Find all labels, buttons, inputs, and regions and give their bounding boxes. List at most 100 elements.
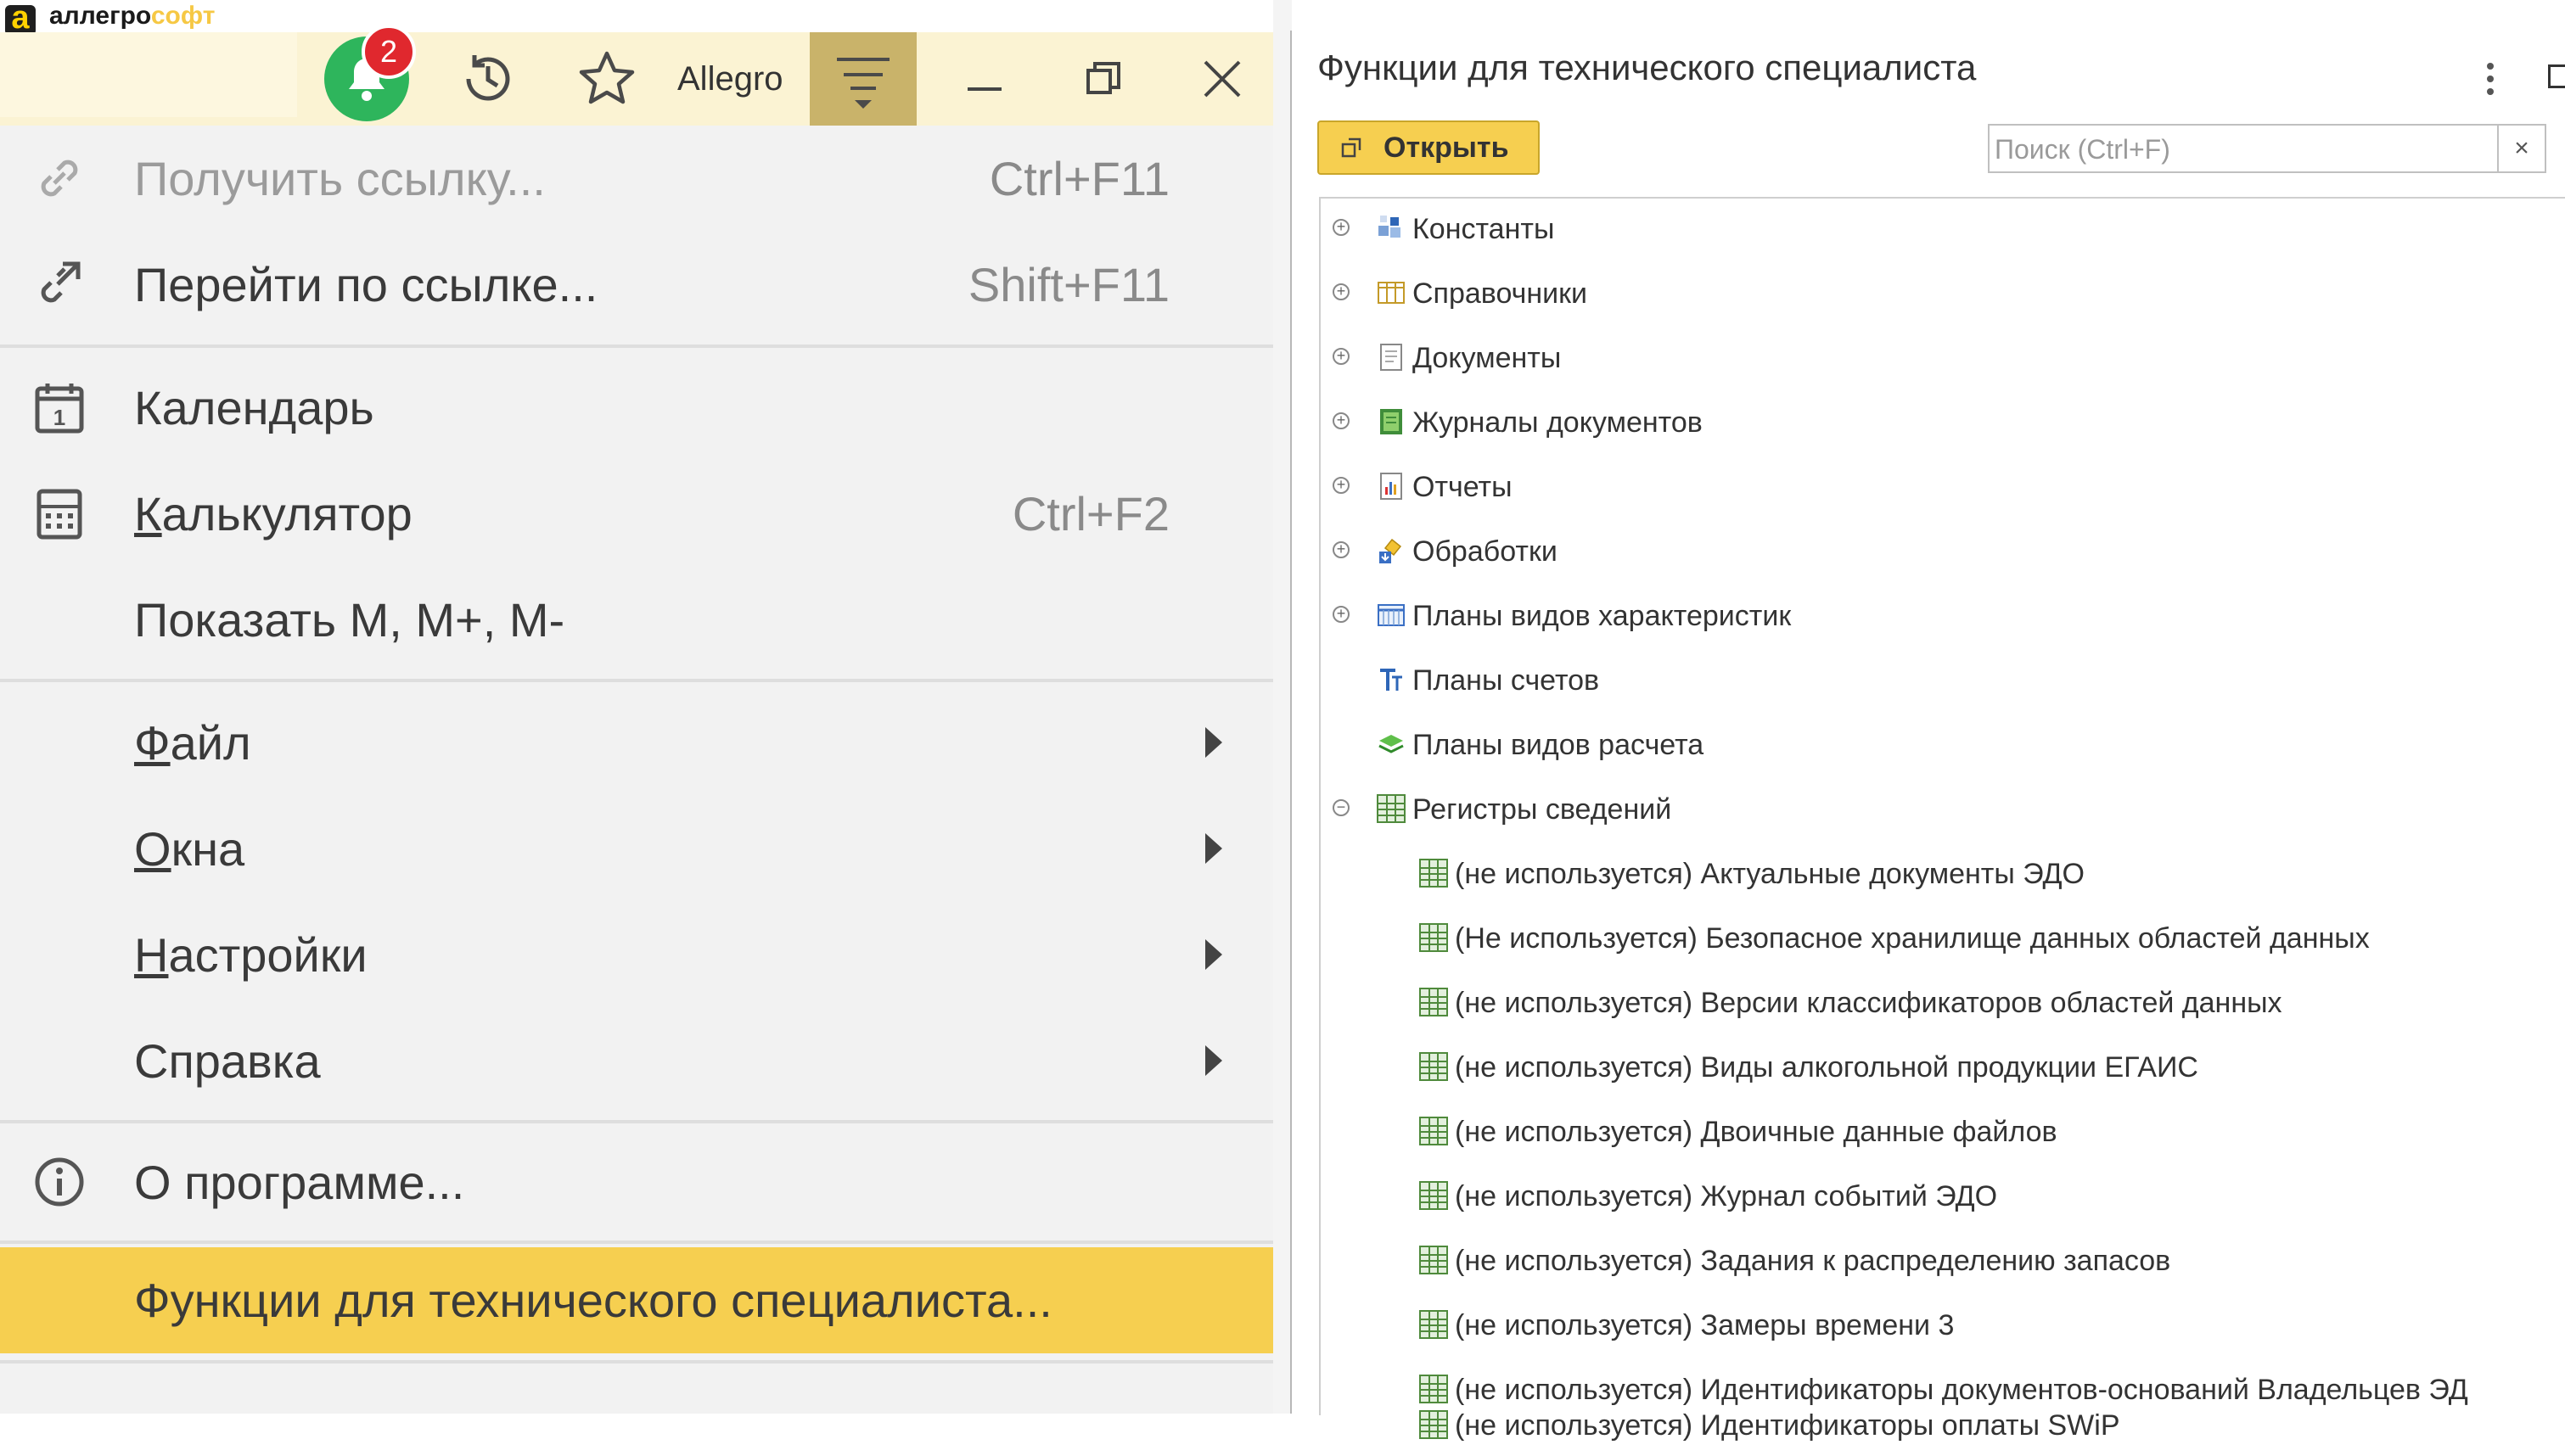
menu-line-2 bbox=[844, 73, 883, 76]
menu-item-label: Калькулятор bbox=[134, 487, 413, 540]
expand-toggle-icon[interactable]: + bbox=[1333, 348, 1350, 365]
tree-label: Журналы документов bbox=[1412, 406, 1703, 439]
search-input[interactable] bbox=[1993, 126, 2502, 173]
tree-row-reports[interactable]: + Отчеты bbox=[1321, 456, 2565, 518]
toolbar-spacer bbox=[0, 32, 297, 117]
notifications-badge: 2 bbox=[362, 25, 416, 79]
tree-row-catalogs[interactable]: + Справочники bbox=[1321, 263, 2565, 324]
window-title: Функции для технического специалиста bbox=[1317, 48, 1977, 87]
expand-toggle-icon[interactable]: + bbox=[1333, 219, 1350, 236]
submenu-arrow-icon bbox=[1205, 1045, 1222, 1076]
collapse-toggle-icon[interactable]: − bbox=[1333, 799, 1350, 816]
expand-toggle-icon[interactable]: + bbox=[1333, 541, 1350, 558]
menu-item-label: Показать M, M+, M- bbox=[134, 593, 565, 647]
info-icon bbox=[35, 1157, 84, 1207]
tree-row-register[interactable]: (не используется) Журнал событий ЭДО bbox=[1321, 1166, 2565, 1227]
submenu-arrow-icon bbox=[1205, 939, 1222, 970]
chart-of-accounts-icon bbox=[1380, 669, 1402, 691]
register-icon bbox=[1419, 923, 1448, 952]
tree-row-documents[interactable]: + Документы bbox=[1321, 328, 2565, 389]
tree-row-calculation-types[interactable]: Планы видов расчета bbox=[1321, 714, 2565, 776]
menu-item-label: Настройки bbox=[134, 928, 368, 982]
tree-label: Планы видов расчета bbox=[1412, 729, 1704, 761]
registers-icon bbox=[1377, 794, 1406, 823]
menu-item-windows[interactable]: Окна bbox=[0, 796, 1273, 902]
minimize-icon bbox=[968, 87, 1002, 91]
history-button[interactable] bbox=[450, 32, 526, 126]
menu-item-label: Справка bbox=[134, 1034, 321, 1088]
clear-search-button[interactable]: × bbox=[2497, 126, 2545, 171]
tree-row-info-registers[interactable]: − Регистры сведений bbox=[1321, 779, 2565, 840]
expand-toggle-icon[interactable]: + bbox=[1333, 283, 1350, 300]
calendar-icon: 1 bbox=[35, 384, 84, 434]
tree-label: (не используется) Двоичные данные файлов bbox=[1455, 1116, 2057, 1148]
menu-line-3 bbox=[850, 87, 876, 90]
tree-label: Отчеты bbox=[1412, 471, 1513, 503]
tree-row-constants[interactable]: + Константы bbox=[1321, 199, 2565, 260]
maximize-icon[interactable] bbox=[2548, 64, 2565, 88]
menu-separator bbox=[0, 679, 1273, 682]
close-button[interactable] bbox=[1188, 32, 1256, 126]
tree-label: Справочники bbox=[1412, 277, 1587, 310]
tree-row-processing[interactable]: + Обработки bbox=[1321, 521, 2565, 582]
tree-label: Константы bbox=[1412, 213, 1555, 245]
register-icon bbox=[1419, 1310, 1448, 1339]
menu-lines-icon bbox=[837, 58, 890, 61]
menu-dropdown-caret-icon bbox=[855, 100, 872, 109]
submenu-arrow-icon bbox=[1205, 833, 1222, 864]
menu-item-shortcut: Ctrl+F2 bbox=[1012, 487, 1170, 540]
tree-row-register[interactable]: (не используется) Виды алкогольной проду… bbox=[1321, 1037, 2565, 1098]
tree-row-chart-of-accounts[interactable]: Планы счетов bbox=[1321, 650, 2565, 711]
brand-strip: a аллегрософт bbox=[0, 0, 1307, 36]
menu-item-label: Окна bbox=[134, 822, 245, 876]
more-actions-icon[interactable] bbox=[2487, 63, 2495, 101]
tree-row-register[interactable]: (не используется) Замеры времени 3 bbox=[1321, 1295, 2565, 1356]
tree-row-register[interactable]: (не используется) Версии классификаторов… bbox=[1321, 972, 2565, 1033]
tree-row-register[interactable]: (не используется) Актуальные документы Э… bbox=[1321, 843, 2565, 904]
register-icon bbox=[1419, 1375, 1448, 1403]
tree-row-register[interactable]: (не используется) Двоичные данные файлов bbox=[1321, 1101, 2565, 1162]
register-icon bbox=[1419, 1410, 1448, 1439]
tree-row-register[interactable]: (Не используется) Безопасное хранилище д… bbox=[1321, 908, 2565, 969]
menu-item-about[interactable]: О программе... bbox=[0, 1129, 1273, 1235]
follow-link-icon bbox=[41, 261, 81, 303]
expand-toggle-icon[interactable]: + bbox=[1333, 412, 1350, 429]
main-menu-button[interactable] bbox=[810, 32, 917, 126]
tree-label: Планы видов характеристик bbox=[1412, 600, 1792, 632]
processing-icon bbox=[1379, 538, 1402, 563]
menu-item-tech-functions[interactable]: Функции для технического специалиста... bbox=[0, 1247, 1273, 1353]
documents-icon bbox=[1380, 344, 1402, 371]
window-gap bbox=[1273, 0, 1292, 1414]
tree-row-journals[interactable]: + Журналы документов bbox=[1321, 392, 2565, 453]
menu-item-follow-link[interactable]: Перейти по ссылке... Shift+F11 bbox=[0, 232, 1273, 338]
constants-icon bbox=[1378, 216, 1400, 238]
menu-item-file[interactable]: Файл bbox=[0, 690, 1273, 796]
main-menu: Получить ссылку... Ctrl+F11 Перейти по с… bbox=[0, 126, 1273, 1414]
menu-item-label: Функции для технического специалиста... bbox=[134, 1274, 1052, 1327]
menu-item-label: Получить ссылку... bbox=[134, 152, 546, 205]
open-icon bbox=[1341, 137, 1361, 158]
minimize-button[interactable] bbox=[951, 32, 1019, 126]
journals-icon bbox=[1380, 409, 1402, 434]
expand-toggle-icon[interactable]: + bbox=[1333, 606, 1350, 623]
menu-item-get-link[interactable]: Получить ссылку... Ctrl+F11 bbox=[0, 126, 1273, 232]
menu-item-help[interactable]: Справка bbox=[0, 1008, 1273, 1114]
tree-label: (не используется) Виды алкогольной проду… bbox=[1455, 1051, 2198, 1084]
expand-toggle-icon[interactable]: + bbox=[1333, 477, 1350, 494]
brand-name-main: аллегро bbox=[49, 2, 151, 30]
tree-row-register[interactable]: (не используется) Задания к распределени… bbox=[1321, 1230, 2565, 1291]
notifications-button[interactable]: 2 bbox=[323, 25, 416, 126]
app-name-label[interactable]: Allegro bbox=[677, 32, 783, 126]
tree-row-characteristics[interactable]: + Планы видов характеристик bbox=[1321, 585, 2565, 647]
menu-item-settings[interactable]: Настройки bbox=[0, 902, 1273, 1008]
register-icon bbox=[1419, 859, 1448, 888]
menu-item-show-memory[interactable]: Показать M, M+, M- bbox=[0, 567, 1273, 673]
open-button[interactable]: Открыть bbox=[1317, 120, 1540, 175]
tech-functions-window: Функции для технического специалиста Отк… bbox=[1292, 31, 2565, 1442]
menu-item-calendar[interactable]: 1 Календарь bbox=[0, 355, 1273, 461]
menu-item-label: Перейти по ссылке... bbox=[134, 258, 598, 311]
favorites-button[interactable] bbox=[569, 32, 645, 126]
history-icon bbox=[466, 55, 510, 101]
restore-button[interactable] bbox=[1069, 32, 1137, 126]
menu-item-calculator[interactable]: Калькулятор Ctrl+F2 bbox=[0, 461, 1273, 567]
